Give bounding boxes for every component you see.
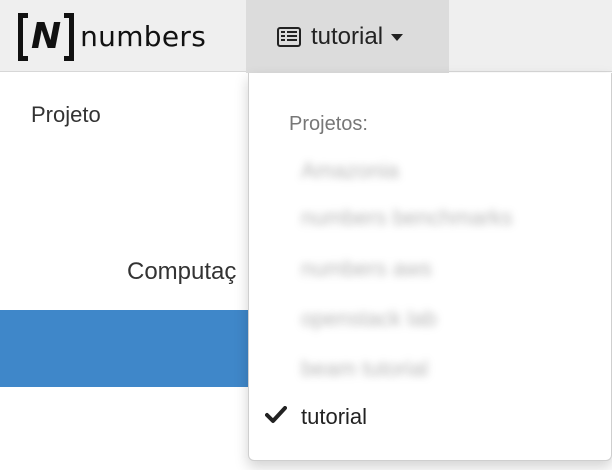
project-menu-item[interactable]: beam tutorial — [249, 349, 611, 389]
logo-left-bracket — [18, 13, 28, 61]
project-item-label: openstack lab — [301, 306, 437, 331]
blue-banner — [0, 310, 250, 387]
project-menu-item[interactable]: Amazonia — [249, 151, 611, 191]
caret-down-icon — [391, 34, 404, 41]
dropdown-header: Projetos: — [289, 113, 368, 135]
logo-letter: N — [31, 16, 62, 57]
logo-right-bracket — [64, 13, 75, 61]
list-icon — [277, 26, 301, 47]
project-item-label: numbers aws — [301, 256, 432, 281]
project-menu-item[interactable]: numbers benchmarks — [249, 198, 611, 238]
brand-logo[interactable]: N numbers — [18, 10, 206, 64]
project-menu-item-active[interactable]: tutorial — [249, 397, 611, 437]
current-project-label: tutorial — [311, 22, 384, 50]
top-navbar: N numbers tutorial — [0, 0, 612, 73]
check-icon — [265, 406, 287, 423]
project-menu-item[interactable]: numbers aws — [249, 249, 611, 289]
project-item-label: tutorial — [301, 404, 368, 429]
project-item-label: Amazonia — [301, 158, 399, 183]
section-label: Computaç — [127, 258, 237, 285]
project-item-label: beam tutorial — [301, 356, 429, 381]
logo-mark-icon: N — [18, 12, 75, 62]
project-item-label: numbers benchmarks — [301, 205, 513, 230]
projects-dropdown-menu: Projetos: Amazonia numbers benchmarks nu… — [248, 73, 612, 461]
project-menu-item[interactable]: openstack lab — [249, 299, 611, 339]
brand-name: numbers — [80, 20, 207, 53]
page-heading: Projeto — [31, 102, 101, 127]
project-dropdown-toggle[interactable]: tutorial — [246, 0, 449, 73]
